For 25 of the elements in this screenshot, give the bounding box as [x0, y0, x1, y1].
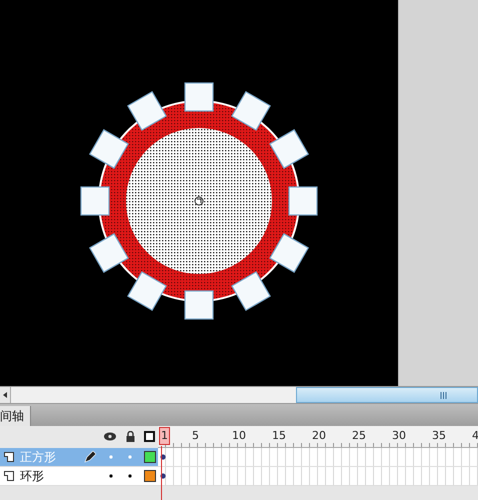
scroll-left-icon[interactable]: [2, 392, 8, 398]
layer-color-icon[interactable]: [144, 451, 156, 463]
timeline-tab[interactable]: 间轴: [0, 406, 31, 426]
layer-row[interactable]: 环形: [0, 467, 158, 485]
outline-icon[interactable]: [144, 431, 155, 442]
layer-name: 正方形: [20, 448, 56, 466]
layer-name: 环形: [20, 468, 44, 484]
frame-number: 5: [191, 429, 200, 442]
frame-number: 25: [351, 429, 367, 442]
unlocked-dot-icon[interactable]: [128, 474, 132, 478]
current-frame-number: 1: [159, 427, 170, 445]
visible-dot-icon[interactable]: [109, 474, 113, 478]
unlocked-dot-icon[interactable]: [128, 455, 132, 459]
visible-dot-icon[interactable]: [109, 455, 113, 459]
lock-icon[interactable]: [126, 431, 135, 442]
frame-number: 35: [431, 429, 447, 442]
frame-number: 15: [271, 429, 287, 442]
layer-color-icon[interactable]: [144, 470, 156, 482]
frame-number: 10: [231, 429, 247, 442]
frame-number: 20: [311, 429, 327, 442]
registration-point-icon: [194, 196, 204, 206]
frame-number: 30: [391, 429, 407, 442]
scrollbar-thumb[interactable]: [296, 387, 478, 403]
eye-icon[interactable]: [104, 432, 116, 441]
grip-icon: [440, 392, 447, 398]
